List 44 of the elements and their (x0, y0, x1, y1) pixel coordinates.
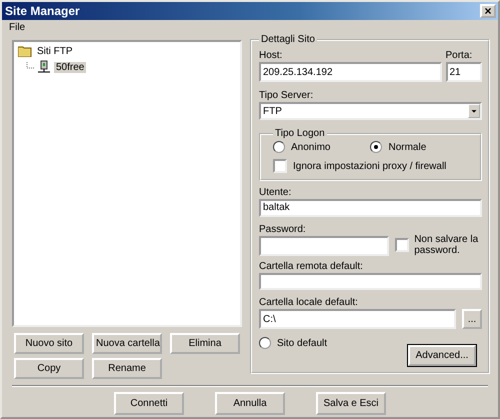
server-type-dropdown[interactable]: FTP (259, 102, 482, 120)
tree-item[interactable]: 50free (54, 62, 86, 72)
caret-icon (468, 104, 480, 118)
option-label: Sito default (277, 338, 328, 348)
field-label: Password: (259, 224, 307, 234)
field-label: Host: (259, 50, 284, 61)
option-label: Normale (388, 142, 426, 152)
remote-folder-field[interactable] (259, 272, 482, 290)
radio-button[interactable] (370, 141, 382, 153)
folder-icon (18, 45, 32, 57)
checkbox[interactable] (273, 159, 287, 173)
field-label: Cartella remota default: (259, 260, 364, 272)
user-field[interactable]: baltak (259, 199, 482, 216)
site-button[interactable]: Elimina (170, 333, 240, 354)
radio-button[interactable] (259, 337, 271, 349)
field-label: Cartella locale default: (259, 297, 359, 308)
dialog-button[interactable]: Annulla (215, 392, 285, 415)
field-label: Utente: (259, 187, 292, 198)
computer-icon (37, 60, 51, 74)
site-button[interactable]: Rename (92, 358, 162, 379)
site-button[interactable]: Nuovo sito (14, 333, 84, 354)
local-folder-field[interactable]: C:\ (259, 309, 456, 329)
site-button[interactable]: Copy (14, 358, 84, 379)
field-label: Porta: (446, 50, 474, 61)
field-label: Tipo Server: (259, 90, 314, 101)
group-title: Tipo Logon (274, 128, 326, 139)
password-field[interactable] (259, 236, 390, 256)
host-field[interactable]: 209.25.134.192 (259, 62, 442, 82)
option-label: Ignora impostazioni proxy / firewall (293, 160, 446, 172)
site-button[interactable]: Nuova cartella (92, 333, 162, 354)
tree-item[interactable]: Siti FTP (35, 46, 75, 56)
port-field[interactable]: 21 (446, 62, 482, 82)
group-title: Dettagli Sito (260, 34, 316, 45)
dialog-button[interactable]: Connetti (114, 392, 184, 415)
option-label: Anonimo (291, 142, 330, 152)
window-title: Site Manager (5, 4, 80, 18)
menu-item[interactable]: File (6, 22, 28, 36)
browse-button[interactable]: ... (462, 309, 482, 329)
advanced-button[interactable]: Advanced... (408, 345, 476, 366)
close-button[interactable]: × (480, 4, 496, 18)
option-label: Non salvare la password. (414, 234, 480, 256)
checkbox[interactable] (395, 238, 410, 252)
dialog-button[interactable]: Salva e Esci (316, 392, 386, 415)
radio-button[interactable] (273, 141, 285, 153)
